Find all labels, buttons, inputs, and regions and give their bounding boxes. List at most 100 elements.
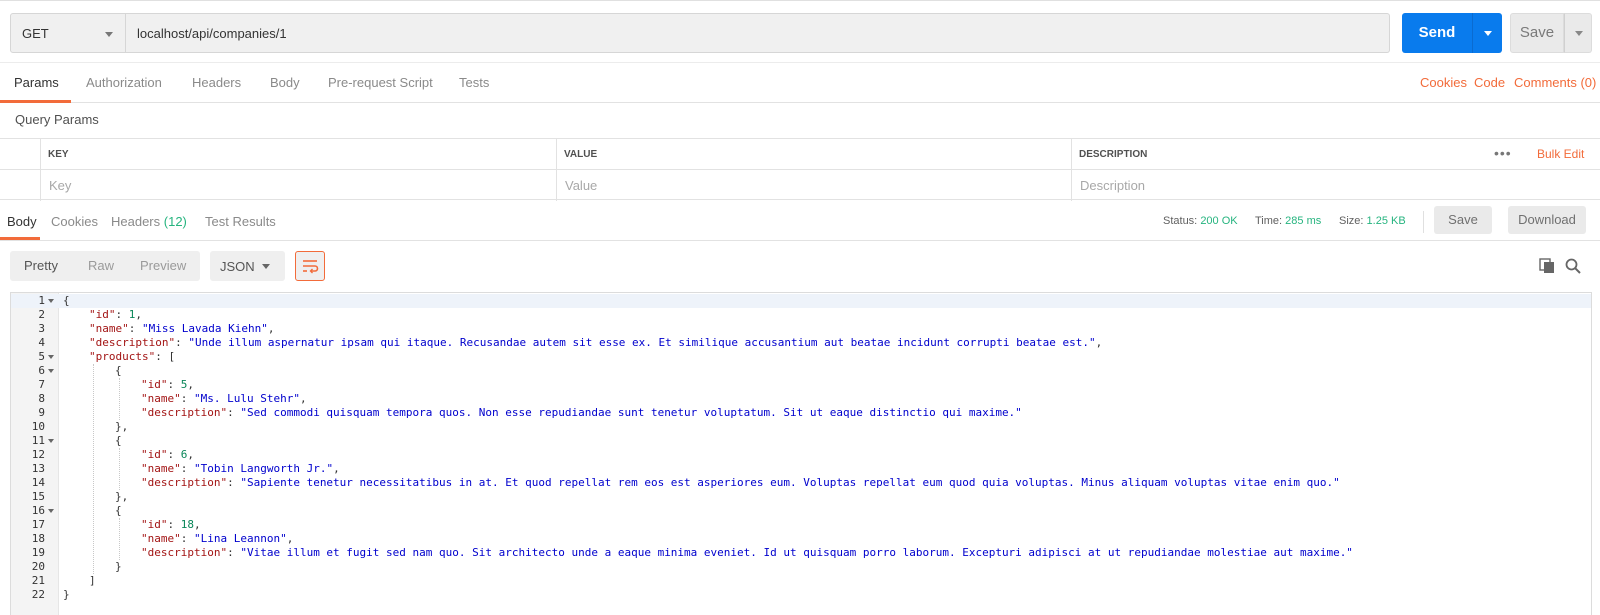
line-number: 5 <box>38 350 45 363</box>
code-line: 11 { <box>11 434 1591 448</box>
request-tabs: Params Authorization Headers Body Pre-re… <box>0 62 1600 103</box>
comments-link[interactable]: Comments (0) <box>1514 63 1596 103</box>
send-options-button[interactable] <box>1472 13 1502 53</box>
line-number: 12 <box>31 448 45 461</box>
chevron-down-icon <box>1575 31 1583 36</box>
status-value: 200 OK <box>1200 215 1238 227</box>
code-line: 4 "description": "Unde illum aspernatur i… <box>11 336 1591 350</box>
code-text: ] <box>89 574 96 587</box>
active-tab-indicator <box>0 100 71 103</box>
code-line: 10}, <box>11 420 1591 434</box>
code-text: "id": 1, <box>89 308 142 321</box>
query-params-title: Query Params <box>15 112 99 127</box>
tab-label: Headers <box>111 214 161 229</box>
key-input[interactable]: Key <box>40 170 556 201</box>
line-number: 21 <box>31 574 45 587</box>
tab-pre-request-script[interactable]: Pre-request Script <box>328 63 433 103</box>
tab-test-results[interactable]: Test Results <box>205 203 276 240</box>
code-text: { <box>115 434 122 447</box>
code-link[interactable]: Code <box>1474 63 1505 103</box>
code-line: 3 "name": "Miss Lavada Kiehn", <box>11 322 1591 336</box>
code-line: 14 "description": "Sapiente tenetur neces… <box>11 476 1591 490</box>
line-number: 11 <box>31 434 45 447</box>
tab-headers[interactable]: Headers <box>192 63 241 103</box>
save-options-button[interactable] <box>1564 13 1592 53</box>
fold-toggle-icon[interactable] <box>48 439 54 443</box>
status-readout: Status: 200 OK <box>1163 215 1238 227</box>
code-text: "id": 5, <box>141 378 194 391</box>
line-number: 7 <box>38 378 45 391</box>
response-body-editor[interactable]: 1 {2 "id": 1, 3 "name": "Miss Lavada Kiehn",… <box>10 292 1592 615</box>
cookies-link[interactable]: Cookies <box>1420 63 1467 103</box>
url-input[interactable] <box>126 13 1390 53</box>
more-options-icon[interactable]: ••• <box>1494 145 1512 161</box>
tab-response-body[interactable]: Body <box>7 203 37 240</box>
fold-toggle-icon[interactable] <box>48 509 54 513</box>
code-text: "id": 18, <box>141 518 201 531</box>
table-row: Key Value Description <box>0 170 1600 201</box>
tab-body[interactable]: Body <box>270 63 300 103</box>
size-value: 1.25 KB <box>1366 215 1406 227</box>
line-number: 10 <box>31 420 45 433</box>
code-line: 21] <box>11 574 1591 588</box>
time-value: 285 ms <box>1285 215 1322 227</box>
copy-icon[interactable] <box>1539 258 1555 274</box>
code-text: "description": "Sed commodi quisquam tem… <box>141 406 1022 419</box>
format-select[interactable]: JSON <box>210 251 285 281</box>
pretty-button[interactable]: Pretty <box>24 251 58 281</box>
download-button[interactable]: Download <box>1508 206 1586 234</box>
code-line: 18 "name": "Lina Leannon", <box>11 532 1591 546</box>
raw-button[interactable]: Raw <box>88 251 114 281</box>
active-tab-indicator <box>0 237 40 240</box>
tab-params[interactable]: Params <box>14 63 59 103</box>
line-number: 19 <box>31 546 45 559</box>
method-select[interactable]: GET <box>10 13 126 53</box>
send-button[interactable]: Send <box>1402 13 1472 53</box>
fold-toggle-icon[interactable] <box>48 369 54 373</box>
code-line: 9 "description": "Sed commodi quisquam te… <box>11 406 1591 420</box>
line-number: 1 <box>38 294 45 307</box>
tab-authorization[interactable]: Authorization <box>86 63 162 103</box>
code-line: 22} <box>11 588 1591 602</box>
line-number: 3 <box>38 322 45 335</box>
tab-response-headers[interactable]: Headers (12) <box>111 203 187 240</box>
search-icon[interactable] <box>1565 258 1581 274</box>
view-mode-group: Pretty Raw Preview <box>10 251 200 281</box>
time-readout: Time: 285 ms <box>1255 215 1322 227</box>
line-number: 6 <box>38 364 45 377</box>
tab-tests[interactable]: Tests <box>459 63 489 103</box>
code-line: 19 "description": "Vitae illum et fugit s… <box>11 546 1591 560</box>
fold-toggle-icon[interactable] <box>48 299 54 303</box>
line-number: 17 <box>31 518 45 531</box>
line-number: 2 <box>38 308 45 321</box>
request-bar: GET Send Save <box>0 0 1600 62</box>
description-input[interactable]: Description <box>1071 170 1600 201</box>
save-response-button[interactable]: Save <box>1434 206 1492 234</box>
code-line: 2 "id": 1, <box>11 308 1591 322</box>
code-line: 20} <box>11 560 1591 574</box>
code-line: 8 "name": "Ms. Lulu Stehr", <box>11 392 1591 406</box>
line-number: 20 <box>31 560 45 573</box>
code-text: } <box>63 588 70 601</box>
code-text: "description": "Sapiente tenetur necessi… <box>141 476 1340 489</box>
code-text: "name": "Lina Leannon", <box>141 532 294 545</box>
indent-guide <box>93 364 94 574</box>
wrap-lines-button[interactable] <box>295 251 325 281</box>
chevron-down-icon <box>262 264 270 269</box>
value-input[interactable]: Value <box>556 170 1071 201</box>
save-button[interactable]: Save <box>1510 13 1564 53</box>
code-line: 15}, <box>11 490 1591 504</box>
divider <box>1423 211 1424 233</box>
code-text: "name": "Miss Lavada Kiehn", <box>89 322 275 335</box>
line-number: 14 <box>31 476 45 489</box>
tab-response-cookies[interactable]: Cookies <box>51 203 98 240</box>
method-label: GET <box>22 26 49 41</box>
headers-count: (12) <box>163 214 187 229</box>
code-text: "description": "Vitae illum et fugit sed… <box>141 546 1353 559</box>
fold-toggle-icon[interactable] <box>48 355 54 359</box>
code-line: 7 "id": 5, <box>11 378 1591 392</box>
bulk-edit-link[interactable]: Bulk Edit <box>1537 147 1584 161</box>
indent-guide <box>119 378 120 420</box>
line-number: 8 <box>38 392 45 405</box>
preview-button[interactable]: Preview <box>140 251 186 281</box>
